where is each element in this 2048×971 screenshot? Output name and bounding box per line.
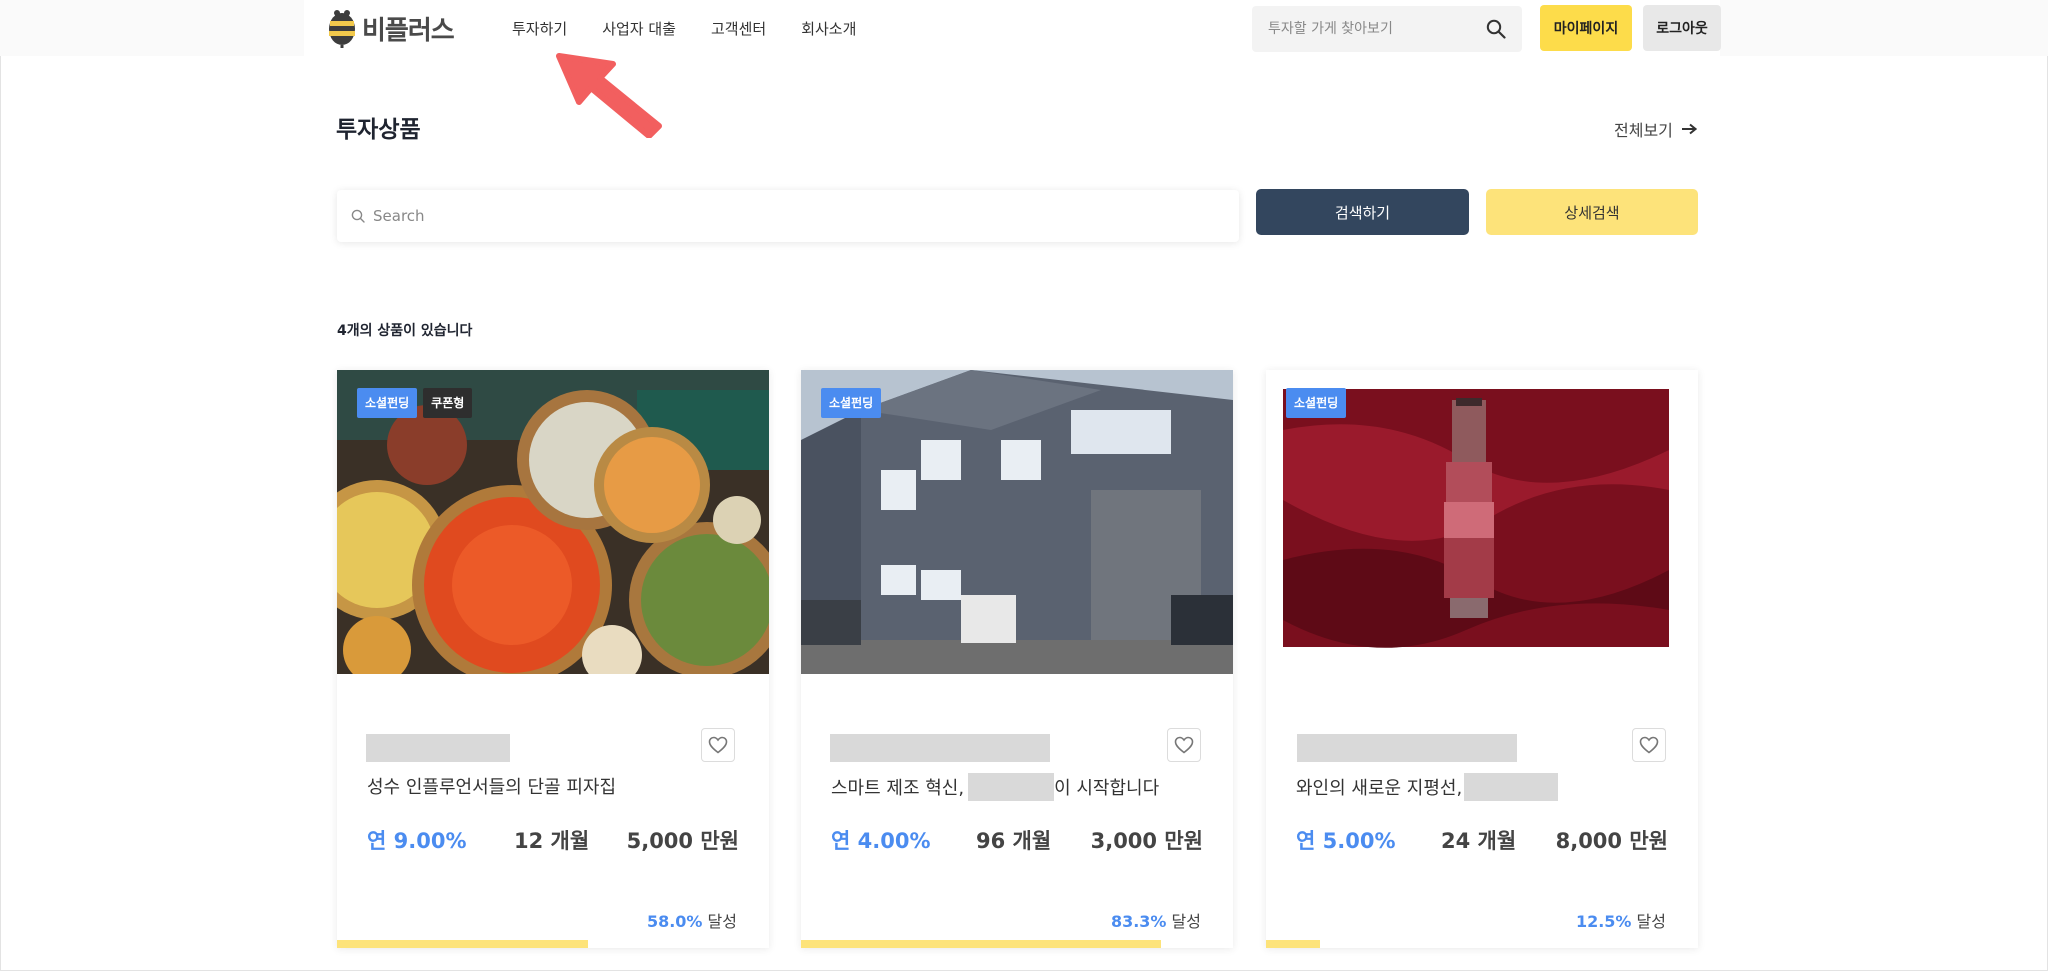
logout-button[interactable]: 로그아웃 xyxy=(1643,5,1721,51)
view-all-link[interactable]: 전체보기 xyxy=(1614,117,1697,141)
product-title-text: 와인의 새로운 지평선, xyxy=(1296,778,1463,799)
search-icon xyxy=(351,209,365,223)
main-search-box xyxy=(337,190,1239,242)
main-search-input[interactable] xyxy=(373,190,1223,242)
progress-bar xyxy=(337,940,769,948)
section-title: 투자상품 xyxy=(336,117,421,143)
funding-amount: 8,000 만원 xyxy=(1555,829,1668,853)
badge-social-funding: 소셜펀딩 xyxy=(821,388,882,418)
funding-amount: 3,000 만원 xyxy=(1090,829,1203,853)
progress-label: 달성 xyxy=(1171,912,1201,931)
progress-text: 12.5% 달성 xyxy=(1576,908,1666,932)
badge-social-funding: 소셜펀딩 xyxy=(1286,388,1347,418)
progress-bar xyxy=(801,940,1233,948)
progress-percent: 58.0% xyxy=(646,912,703,931)
progress-bar xyxy=(1266,940,1698,948)
product-title: 와인의 새로운 지평선, xyxy=(1296,773,1559,801)
like-button[interactable] xyxy=(1167,728,1201,762)
product-card[interactable]: 소셜펀딩 쿠폰형 성수 인플루언서들의 단골 피자집 연 9.00% 12 개월… xyxy=(337,370,769,948)
pointer-arrow-icon xyxy=(556,53,662,138)
progress-label: 달성 xyxy=(1636,912,1666,931)
redacted-brand xyxy=(1297,734,1517,762)
interest-rate: 연 9.00% xyxy=(367,829,467,853)
top-search-box xyxy=(1252,6,1522,52)
badge-group: 소셜펀딩 xyxy=(821,388,882,418)
badge-social-funding: 소셜펀딩 xyxy=(357,388,418,418)
badge-group: 소셜펀딩 쿠폰형 xyxy=(357,388,473,418)
term: 96 개월 xyxy=(976,829,1052,853)
progress-percent: 12.5% xyxy=(1575,912,1632,931)
arrow-right-icon xyxy=(1681,123,1697,135)
product-card[interactable]: 소셜펀딩 와인의 새로운 지평선, 연 5.00% 24 개월 8,000 만원… xyxy=(1266,370,1698,948)
badge-coupon: 쿠폰형 xyxy=(423,388,473,418)
bee-logo-icon xyxy=(329,10,355,48)
main-nav: 투자하기 사업자 대출 고객센터 회사소개 xyxy=(512,0,891,56)
product-title: 성수 인플루언서들의 단골 피자집 xyxy=(367,773,616,799)
product-title-text: 성수 인플루언서들의 단골 피자집 xyxy=(367,777,617,798)
progress-label: 달성 xyxy=(707,912,737,931)
detail-search-button[interactable]: 상세검색 xyxy=(1486,189,1698,235)
result-count: 4개의 상품이 있습니다 xyxy=(337,323,473,339)
funding-amount: 5,000 만원 xyxy=(626,829,739,853)
nav-business-loan[interactable]: 사업자 대출 xyxy=(602,18,676,39)
redacted-company xyxy=(1464,773,1559,801)
progress-fill xyxy=(1266,940,1320,948)
redacted-brand xyxy=(830,734,1050,762)
progress-fill xyxy=(337,940,588,948)
search-icon[interactable] xyxy=(1486,19,1506,39)
progress-percent: 83.3% xyxy=(1110,912,1167,931)
term: 24 개월 xyxy=(1441,829,1517,853)
like-button[interactable] xyxy=(1632,728,1666,762)
product-title: 스마트 제조 혁신, 이 시작합니다 xyxy=(831,773,1159,801)
product-title-suffix: 이 시작합니다 xyxy=(1054,778,1160,799)
nav-customer-center[interactable]: 고객센터 xyxy=(711,18,766,39)
interest-rate: 연 4.00% xyxy=(831,829,931,853)
brand-name: 비플러스 xyxy=(362,15,455,46)
redacted-brand xyxy=(366,734,510,762)
brand-logo[interactable]: 비플러스 xyxy=(326,8,455,48)
term: 12 개월 xyxy=(514,829,590,853)
search-button[interactable]: 검색하기 xyxy=(1256,189,1469,235)
heart-icon xyxy=(1174,736,1194,754)
heart-icon xyxy=(708,736,728,754)
view-all-label: 전체보기 xyxy=(1614,121,1673,140)
interest-rate: 연 5.00% xyxy=(1296,829,1396,853)
header xyxy=(0,0,2048,56)
top-search-input[interactable] xyxy=(1252,6,1472,52)
nav-invest[interactable]: 투자하기 xyxy=(512,18,567,39)
product-card[interactable]: 소셜펀딩 스마트 제조 혁신, 이 시작합니다 연 4.00% 96 개월 3,… xyxy=(801,370,1233,948)
mypage-button[interactable]: 마이페이지 xyxy=(1540,5,1632,51)
product-image: 소셜펀딩 쿠폰형 xyxy=(337,370,769,674)
product-image: 소셜펀딩 xyxy=(801,370,1233,674)
product-image: 소셜펀딩 xyxy=(1266,370,1698,674)
progress-text: 83.3% 달성 xyxy=(1111,908,1201,932)
product-title-text: 스마트 제조 혁신, xyxy=(831,778,965,799)
badge-group: 소셜펀딩 xyxy=(1286,388,1347,418)
heart-icon xyxy=(1639,736,1659,754)
progress-text: 58.0% 달성 xyxy=(647,908,737,932)
redacted-company xyxy=(968,773,1055,801)
nav-about[interactable]: 회사소개 xyxy=(801,18,856,39)
like-button[interactable] xyxy=(701,728,735,762)
progress-fill xyxy=(801,940,1161,948)
